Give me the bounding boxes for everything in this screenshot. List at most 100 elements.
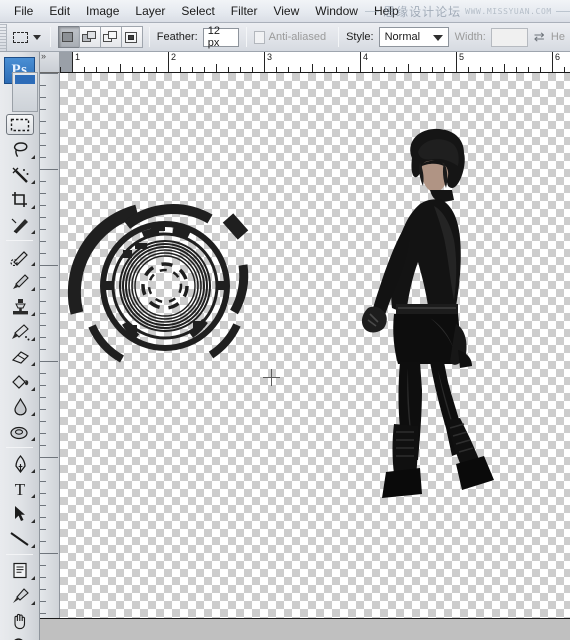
menu-layer[interactable]: Layer	[127, 2, 173, 20]
slice-tool[interactable]	[3, 212, 37, 237]
style-select[interactable]: Normal	[378, 27, 449, 47]
subtract-from-selection-button[interactable]	[99, 26, 122, 48]
horizontal-ruler[interactable]: 1234567	[60, 52, 570, 73]
expand-arrows-icon: »	[41, 52, 47, 61]
anti-alias-label: Anti-aliased	[268, 31, 327, 43]
type-tool[interactable]: T	[3, 476, 37, 501]
vertical-ruler[interactable]	[40, 73, 60, 618]
vruler-minor-tick	[40, 241, 46, 242]
ruler-label: 5	[459, 52, 465, 62]
healing-brush-tool[interactable]	[3, 244, 37, 269]
tool-submenu-triangle	[31, 469, 35, 473]
options-bar-grip[interactable]	[0, 23, 7, 51]
dodge-tool[interactable]	[3, 419, 37, 444]
pen-tool[interactable]	[3, 451, 37, 476]
tool-submenu-triangle	[31, 519, 35, 523]
add-to-selection-button[interactable]	[78, 26, 101, 48]
tool-submenu-triangle	[31, 576, 35, 580]
menu-window[interactable]: Window	[307, 2, 366, 20]
tool-preset-picker[interactable]	[12, 26, 30, 48]
ruler-minor-tick	[204, 67, 205, 72]
options-separator-2	[148, 27, 150, 47]
new-selection-button[interactable]	[57, 26, 80, 48]
options-separator-1	[49, 27, 51, 47]
tool-submenu-triangle	[31, 362, 35, 366]
history-brush-tool[interactable]	[3, 319, 37, 344]
options-separator-4	[338, 27, 340, 47]
watermark-chinese-text: 思缘设计论坛	[383, 5, 462, 19]
marquee-tool[interactable]	[3, 112, 37, 137]
collapsed-panel-stub[interactable]	[12, 72, 38, 112]
feather-input[interactable]: 12 px	[202, 25, 240, 49]
notes-tool[interactable]	[3, 558, 37, 583]
eyedropper-tool[interactable]	[3, 583, 37, 608]
vruler-minor-tick	[40, 541, 46, 542]
vruler-minor-tick	[40, 157, 46, 158]
subtract-selection-icon	[103, 30, 118, 44]
ruler-minor-tick	[252, 67, 253, 72]
ruler-minor-tick	[420, 67, 421, 72]
ruler-minor-tick	[300, 67, 301, 72]
menu-edit[interactable]: Edit	[41, 2, 78, 20]
ruler-minor-tick	[564, 67, 565, 72]
brush-tool[interactable]	[3, 269, 37, 294]
vruler-minor-tick	[40, 589, 46, 590]
magic-wand-tool[interactable]	[3, 162, 37, 187]
vruler-minor-tick	[40, 505, 46, 506]
swap-dimensions-icon[interactable]: ⇄	[533, 28, 546, 46]
ruler-label: 2	[171, 52, 177, 62]
ruler-minor-tick	[432, 67, 433, 72]
add-selection-icon	[82, 30, 97, 44]
vruler-major-tick	[40, 265, 58, 266]
menu-select[interactable]: Select	[173, 2, 222, 20]
blur-tool[interactable]	[3, 394, 37, 419]
paint-bucket-tool[interactable]	[3, 369, 37, 394]
intersect-selection-icon	[124, 31, 139, 44]
vruler-minor-tick	[40, 325, 46, 326]
document-canvas-area[interactable]	[60, 73, 570, 618]
anti-alias-checkbox[interactable]	[254, 30, 265, 44]
ruler-minor-tick	[84, 67, 85, 72]
vruler-minor-tick	[40, 517, 46, 518]
menu-filter[interactable]: Filter	[223, 2, 266, 20]
vruler-minor-tick	[40, 217, 46, 218]
lasso-tool[interactable]	[3, 137, 37, 162]
zoom-tool[interactable]	[3, 633, 37, 640]
vruler-minor-tick	[40, 577, 46, 578]
path-selection-tool[interactable]	[3, 501, 37, 526]
crop-tool[interactable]	[3, 187, 37, 212]
intersect-selection-button[interactable]	[120, 26, 143, 48]
tool-submenu-triangle	[31, 230, 35, 234]
vruler-minor-tick	[40, 397, 46, 398]
menu-image[interactable]: Image	[78, 2, 127, 20]
line-tool[interactable]	[3, 526, 37, 551]
ruler-minor-tick	[348, 67, 349, 72]
menu-view[interactable]: View	[265, 2, 307, 20]
transparent-canvas[interactable]	[60, 73, 570, 618]
hand-tool[interactable]	[3, 608, 37, 633]
ruler-minor-tick	[336, 67, 337, 72]
selection-mode-group	[57, 26, 143, 48]
ruler-minor-tick	[468, 67, 469, 72]
ruler-corner[interactable]: »	[40, 52, 60, 73]
tool-submenu-triangle	[31, 155, 35, 159]
tool-submenu-triangle	[31, 412, 35, 416]
chevron-down-icon[interactable]	[32, 34, 41, 40]
vruler-minor-tick	[40, 193, 46, 194]
tool-submenu-triangle	[31, 437, 35, 441]
ruler-minor-tick	[120, 64, 121, 72]
vruler-minor-tick	[40, 253, 46, 254]
eraser-tool[interactable]	[3, 344, 37, 369]
clone-stamp-tool[interactable]	[3, 294, 37, 319]
menu-file[interactable]: File	[6, 2, 41, 20]
ruler-label: 1	[75, 52, 81, 62]
tool-submenu-triangle	[31, 601, 35, 605]
vruler-major-tick	[40, 457, 58, 458]
ruler-minor-tick	[276, 67, 277, 72]
vruler-minor-tick	[40, 385, 46, 386]
ruler-minor-tick	[540, 67, 541, 72]
ruler-minor-tick	[228, 67, 229, 72]
width-input[interactable]	[490, 27, 528, 47]
ruler-minor-tick	[528, 67, 529, 72]
ruler-origin-block	[60, 52, 72, 72]
